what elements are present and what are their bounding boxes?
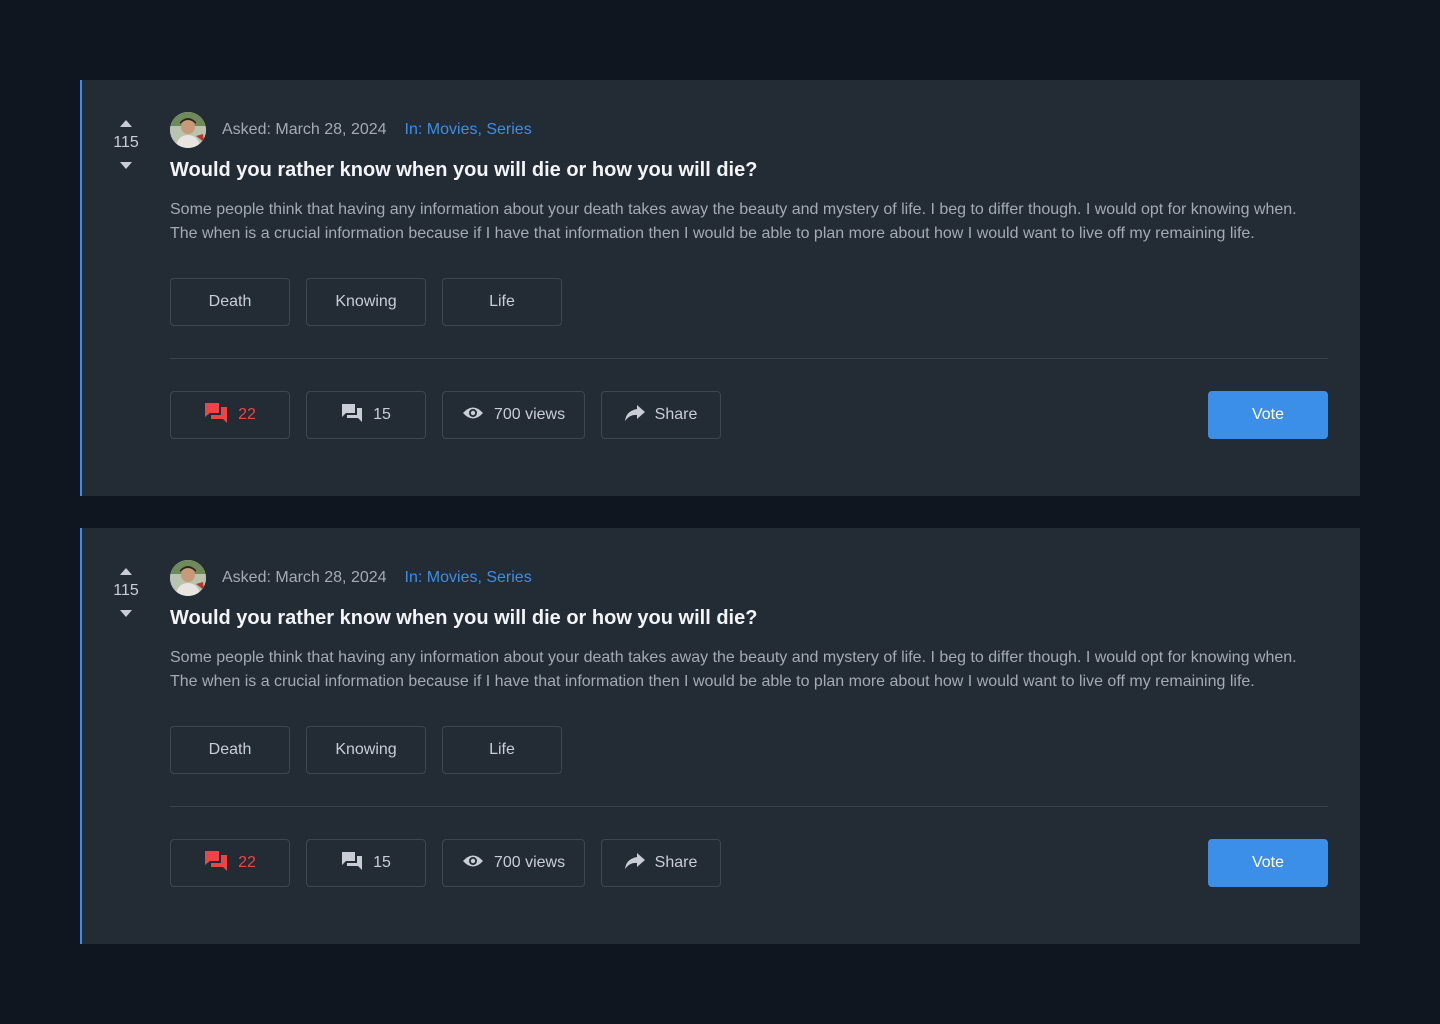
views-button[interactable]: 700 views <box>442 839 585 887</box>
share-label: Share <box>654 406 698 423</box>
category-list: In: Movies, Series <box>405 569 532 587</box>
tag-life[interactable]: Life <box>442 278 562 326</box>
tag-life[interactable]: Life <box>442 726 562 774</box>
eye-icon <box>462 854 484 873</box>
chat-bubbles-icon <box>341 851 363 876</box>
question-title[interactable]: Would you rather know when you will die … <box>170 156 1330 184</box>
question-body: Some people think that having any inform… <box>170 201 1297 242</box>
comments-count: 15 <box>373 406 391 423</box>
category-links[interactable]: Movies, Series <box>427 121 532 138</box>
in-prefix: In: <box>404 121 427 138</box>
question-card: 115 Asked: March 28, 2024 In: Movies, Se… <box>80 80 1360 496</box>
downvote-icon[interactable] <box>110 158 142 172</box>
asked-date: Asked: March 28, 2024 <box>222 121 387 138</box>
chat-bubbles-icon <box>204 850 228 877</box>
question-meta: Asked: March 28, 2024 In: Movies, Series <box>170 112 1330 148</box>
comments-count: 15 <box>373 854 391 871</box>
share-label: Share <box>654 854 698 871</box>
in-prefix: In: <box>404 569 427 586</box>
question-card: 115 Asked: March 28, 2024 In: Movies, Se… <box>80 528 1360 944</box>
chat-bubbles-icon <box>341 403 363 428</box>
vote-column: 115 <box>110 116 142 172</box>
question-footer: 22 15 700 views Share Vote <box>170 839 1328 887</box>
tag-knowing[interactable]: Knowing <box>306 726 426 774</box>
tag-death[interactable]: Death <box>170 278 290 326</box>
comments-button[interactable]: 15 <box>306 391 426 439</box>
question-body: Some people think that having any inform… <box>170 649 1297 690</box>
question-content: Asked: March 28, 2024 In: Movies, Series… <box>170 560 1330 887</box>
divider <box>170 806 1328 807</box>
divider <box>170 358 1328 359</box>
downvote-icon[interactable] <box>110 606 142 620</box>
views-button[interactable]: 700 views <box>442 391 585 439</box>
share-arrow-icon <box>624 852 645 874</box>
answers-button[interactable]: 22 <box>170 391 290 439</box>
avatar[interactable] <box>170 112 206 148</box>
stats-row: 22 15 700 views Share <box>170 391 721 439</box>
stats-row: 22 15 700 views Share <box>170 839 721 887</box>
share-arrow-icon <box>624 404 645 426</box>
tag-list: Death Knowing Life <box>170 726 1330 774</box>
asked-date: Asked: March 28, 2024 <box>222 569 387 586</box>
vote-button[interactable]: Vote <box>1208 391 1328 439</box>
question-footer: 22 15 700 views Share Vote <box>170 391 1328 439</box>
upvote-icon[interactable] <box>110 116 142 130</box>
share-button[interactable]: Share <box>601 391 721 439</box>
comments-button[interactable]: 15 <box>306 839 426 887</box>
upvote-icon[interactable] <box>110 564 142 578</box>
vote-column: 115 <box>110 564 142 620</box>
category-list: In: Movies, Series <box>405 121 532 139</box>
question-feed: 115 Asked: March 28, 2024 In: Movies, Se… <box>80 80 1360 976</box>
vote-score: 115 <box>113 134 139 151</box>
category-links[interactable]: Movies, Series <box>427 569 532 586</box>
views-count: 700 views <box>493 406 566 423</box>
question-title[interactable]: Would you rather know when you will die … <box>170 604 1330 632</box>
answers-count: 22 <box>238 406 256 423</box>
question-meta: Asked: March 28, 2024 In: Movies, Series <box>170 560 1330 596</box>
tag-knowing[interactable]: Knowing <box>306 278 426 326</box>
views-count: 700 views <box>493 854 566 871</box>
chat-bubbles-icon <box>204 402 228 429</box>
tag-list: Death Knowing Life <box>170 278 1330 326</box>
tag-death[interactable]: Death <box>170 726 290 774</box>
avatar[interactable] <box>170 560 206 596</box>
share-button[interactable]: Share <box>601 839 721 887</box>
question-content: Asked: March 28, 2024 In: Movies, Series… <box>170 112 1330 439</box>
answers-button[interactable]: 22 <box>170 839 290 887</box>
answers-count: 22 <box>238 854 256 871</box>
eye-icon <box>462 406 484 425</box>
vote-button[interactable]: Vote <box>1208 839 1328 887</box>
vote-score: 115 <box>113 582 139 599</box>
